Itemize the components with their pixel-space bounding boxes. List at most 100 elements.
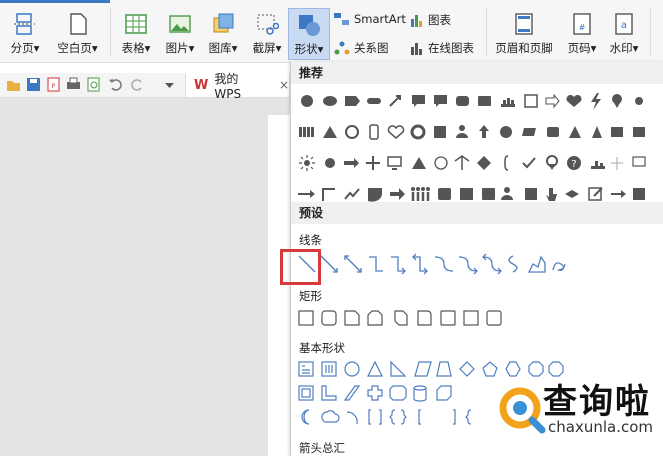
plain-rect-icon <box>463 310 479 326</box>
blank-page-button[interactable]: 空白页▾ <box>50 12 105 56</box>
tree-icon <box>454 155 470 170</box>
trapezoid-icon <box>436 361 452 377</box>
monitor-icon <box>387 156 402 167</box>
double-arrow-line-icon <box>344 255 362 273</box>
ribbon-separator <box>486 8 487 56</box>
gallery-button[interactable]: 图库▾ <box>202 12 244 56</box>
soft-square-icon <box>438 188 451 200</box>
pentagon-arrow-icon <box>345 96 360 106</box>
screen-icon <box>632 156 646 167</box>
curved-arrow-connector-icon <box>458 256 478 275</box>
recommended-shapes-grid[interactable]: ? <box>295 90 663 206</box>
chart-button[interactable]: 图表 <box>410 12 451 28</box>
page-number-icon: # <box>573 13 591 35</box>
card-icon <box>525 188 537 200</box>
header-footer-icon <box>515 13 533 35</box>
left-bracket-icon <box>418 409 421 425</box>
svg-text:?: ? <box>571 159 576 170</box>
diamond-icon <box>459 361 475 377</box>
person-icon <box>459 125 465 131</box>
freeform-icon <box>527 255 546 273</box>
right-bracket-icon <box>453 409 456 425</box>
tab-my-wps[interactable]: W 我的WPS × <box>185 72 290 101</box>
donut-icon <box>410 124 426 140</box>
rect-icon <box>478 96 491 106</box>
cross-icon <box>367 385 383 401</box>
diagonal-snip-rect-icon <box>394 310 408 326</box>
bar-chart-icon <box>411 15 422 27</box>
curved-connector-icon <box>434 256 454 272</box>
print-preview-icon[interactable] <box>86 77 101 92</box>
snip-corner-rect-icon <box>344 310 360 326</box>
smartart-icon <box>334 13 349 25</box>
right-triangle-icon <box>390 360 407 377</box>
cloud-icon <box>321 410 340 423</box>
elbow-arrow-connector-icon <box>391 256 406 275</box>
close-tab-button[interactable]: × <box>279 78 289 92</box>
page-number-button[interactable]: # 页码▾ <box>562 12 602 56</box>
ribbon-separator <box>650 8 651 56</box>
open-folder-icon[interactable] <box>6 77 21 92</box>
picture-icon <box>169 15 191 33</box>
l-shape-icon <box>321 385 337 401</box>
lines-shapes-row[interactable] <box>297 252 587 276</box>
book-icon <box>611 127 623 137</box>
round-rect-alt-icon <box>486 310 502 326</box>
circle-icon <box>500 126 512 138</box>
rectangle-shapes-row[interactable] <box>297 307 517 329</box>
fat-arrow-icon <box>390 188 405 200</box>
online-chart-button[interactable]: 在线图表 <box>410 40 474 56</box>
striped-arrow-icon <box>545 93 560 109</box>
header-footer-button[interactable]: 页眉和页脚 <box>492 12 556 56</box>
bracket-pair-icon <box>368 409 382 425</box>
watermark-brand-text: 查询啦 <box>543 382 651 422</box>
page-break-icon <box>14 13 35 35</box>
undo-icon[interactable] <box>108 77 123 92</box>
brace-pair-icon <box>389 409 407 425</box>
print-icon[interactable] <box>66 77 81 92</box>
export-pdf-icon[interactable]: P <box>46 77 61 92</box>
up-arrow-icon <box>479 125 489 138</box>
table-button[interactable]: 表格▾ <box>116 12 156 56</box>
shapes-button[interactable]: 形状▾ <box>288 8 330 60</box>
frame-icon <box>298 385 314 401</box>
shapes-icon <box>299 15 320 36</box>
diamond-icon <box>477 156 491 170</box>
arrow-right-icon <box>611 190 626 198</box>
smartart-button[interactable]: SmartArt <box>334 12 406 26</box>
plaque-icon <box>389 385 407 401</box>
cube-icon <box>436 385 452 401</box>
screenshot-button[interactable]: 截屏▾ <box>246 12 288 56</box>
left-brace-icon <box>465 409 472 425</box>
relation-chart-button[interactable]: 关系图 <box>334 40 389 56</box>
page-break-button[interactable]: 分页▾ <box>6 12 44 56</box>
scribble-icon <box>552 262 566 272</box>
brace-icon <box>504 155 509 171</box>
arc-icon <box>346 411 358 425</box>
callout-icon <box>412 95 425 107</box>
text-box-icon <box>298 361 314 377</box>
rounded-square-icon <box>547 127 559 137</box>
rectangle-icon <box>633 127 645 137</box>
redo-icon[interactable] <box>130 77 145 92</box>
watermark-icon: a <box>615 13 633 35</box>
ellipse-shape-icon <box>323 96 337 106</box>
snip-two-corner-rect-icon <box>367 310 383 326</box>
chevron-down-icon[interactable] <box>162 77 177 92</box>
moon-shape-icon <box>368 188 382 202</box>
dot-icon <box>635 97 643 105</box>
watermark-button[interactable]: a 水印▾ <box>604 12 644 56</box>
add-person-icon <box>504 187 510 193</box>
picture-button[interactable]: 图片▾ <box>160 12 200 56</box>
oval-shape-icon <box>301 95 313 107</box>
columns-icon <box>299 127 314 137</box>
online-chart-icon <box>411 43 422 55</box>
callout-icon <box>434 95 447 107</box>
moon-icon <box>301 409 310 425</box>
rectangle-icon <box>298 310 314 326</box>
corner-icon <box>322 188 335 201</box>
curved-double-arrow-icon <box>482 253 502 275</box>
plus-icon <box>366 156 380 170</box>
save-icon[interactable] <box>26 77 41 92</box>
diagonal-stripe-icon <box>343 385 361 401</box>
